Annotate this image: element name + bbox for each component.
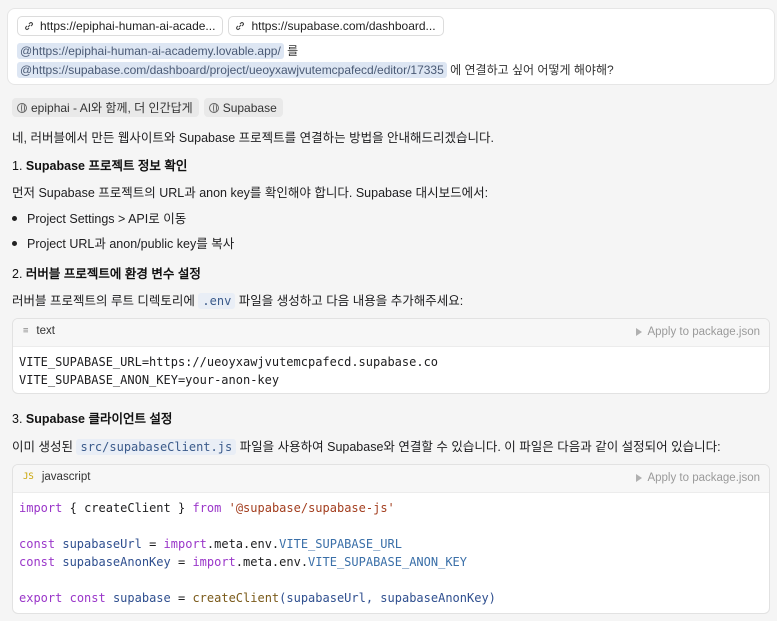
step-heading: 1. Supabase 프로젝트 정보 확인 xyxy=(12,155,187,174)
code-block-header: ≡ text Apply to package.json xyxy=(13,319,769,347)
language-label: javascript xyxy=(41,471,91,483)
source-chip[interactable]: epiphai - AI와 함께, 더 인간답게 xyxy=(12,98,199,117)
link-chip[interactable]: https://epiphai-human-ai-acade... xyxy=(17,16,224,36)
text-segment: 러버블 프로젝트의 루트 디렉토리에 xyxy=(12,294,195,308)
link-chip-label: https://epiphai-human-ai-acade... xyxy=(40,19,216,33)
url-mention[interactable]: @https://epiphai-human-ai-academy.lovabl… xyxy=(17,43,284,59)
question-text: 에 연결하고 싶어 어떻게 해야해? xyxy=(450,63,614,77)
code-content: VITE_SUPABASE_URL=https://ueoyxawjvutemc… xyxy=(13,347,769,393)
play-icon xyxy=(636,328,643,336)
step-title: Supabase 클라이언트 설정 xyxy=(25,412,173,426)
code-language: ≡ text xyxy=(23,325,55,337)
sources: epiphai - AI와 함께, 더 인간답게 Supabase xyxy=(12,98,283,117)
step-heading: 2. 러버블 프로젝트에 환경 변수 설정 xyxy=(12,263,201,282)
step-heading: 3. Supabase 클라이언트 설정 xyxy=(12,408,172,427)
link-icon xyxy=(25,22,33,30)
code-language: JS javascript xyxy=(23,471,90,483)
apply-button[interactable]: Apply to package.json xyxy=(636,326,760,338)
apply-label: Apply to package.json xyxy=(647,472,760,484)
step-text: 먼저 Supabase 프로젝트의 URL과 anon key를 확인해야 합니… xyxy=(12,186,489,200)
bullet xyxy=(12,216,17,222)
apply-label: Apply to package.json xyxy=(647,326,760,338)
code-block: JS javascript Apply to package.json impo… xyxy=(12,464,770,614)
apply-button[interactable]: Apply to package.json xyxy=(636,472,760,484)
text-segment: 파일을 사용하여 Supabase와 연결할 수 있습니다. 이 파일은 다음과… xyxy=(239,440,721,454)
question-text: 를 xyxy=(287,44,299,58)
list-item-text: Project Settings > API로 이동 xyxy=(27,212,187,226)
code-block: ≡ text Apply to package.json VITE_SUPABA… xyxy=(12,318,770,394)
text-segment: 파일을 생성하고 다음 내용을 추가해주세요: xyxy=(238,294,464,308)
list-item-text: Project URL과 anon/public key를 복사 xyxy=(27,237,235,251)
code-content: import { createClient } from '@supabase/… xyxy=(13,493,769,613)
source-label: epiphai - AI와 함께, 더 인간답게 xyxy=(31,101,193,115)
inline-code: src/supabaseClient.js xyxy=(76,439,237,455)
step-title: Supabase 프로젝트 정보 확인 xyxy=(25,159,188,173)
link-icon xyxy=(236,22,245,30)
source-chip[interactable]: Supabase xyxy=(203,98,283,117)
link-chip[interactable]: https://supabase.com/dashboard... xyxy=(228,16,444,36)
language-label: text xyxy=(36,325,55,337)
code-line: VITE_SUPABASE_ANON_KEY=your-anon-key xyxy=(19,373,280,387)
step-number: 2. xyxy=(12,267,23,281)
code-block-header: JS javascript Apply to package.json xyxy=(13,465,769,493)
text-segment: 이미 생성된 xyxy=(12,440,73,454)
intro-text: 네, 러버블에서 만든 웹사이트와 Supabase 프로젝트를 연결하는 방법… xyxy=(12,131,495,145)
step-text: 러버블 프로젝트의 루트 디렉토리에 .env 파일을 생성하고 다음 내용을 … xyxy=(12,290,463,309)
step-title: 러버블 프로젝트에 환경 변수 설정 xyxy=(25,267,201,281)
globe-icon xyxy=(208,102,219,113)
list-item: Project Settings > API로 이동 xyxy=(12,208,186,227)
attached-links: https://epiphai-human-ai-acade... https:… xyxy=(17,16,444,36)
step-number: 3. xyxy=(12,412,23,426)
question-line: @https://epiphai-human-ai-academy.lovabl… xyxy=(17,42,298,59)
text-file-icon: ≡ xyxy=(23,326,29,336)
user-message: https://epiphai-human-ai-acade... https:… xyxy=(7,8,775,85)
play-icon xyxy=(636,474,643,482)
code-line: VITE_SUPABASE_URL=https://ueoyxawjvutemc… xyxy=(19,355,439,369)
code-line: const supabaseAnonKey = import.meta.env.… xyxy=(19,555,467,569)
question-line: @https://supabase.com/dashboard/project/… xyxy=(17,61,614,78)
code-line: const supabaseUrl = import.meta.env.VITE… xyxy=(19,537,402,551)
inline-code: .env xyxy=(198,293,236,309)
bullet xyxy=(12,241,17,247)
globe-icon xyxy=(17,102,27,113)
step-number: 1. xyxy=(12,159,23,173)
list-item: Project URL과 anon/public key를 복사 xyxy=(12,233,234,252)
link-chip-label: https://supabase.com/dashboard... xyxy=(251,19,436,33)
code-line: export const supabase = createClient(sup… xyxy=(19,591,496,605)
javascript-icon: JS xyxy=(23,472,34,482)
source-label: Supabase xyxy=(222,100,277,115)
url-mention[interactable]: @https://supabase.com/dashboard/project/… xyxy=(17,62,447,78)
step-text: 이미 생성된 src/supabaseClient.js 파일을 사용하여 Su… xyxy=(12,436,721,455)
code-line: import { createClient } from '@supabase/… xyxy=(19,501,395,515)
